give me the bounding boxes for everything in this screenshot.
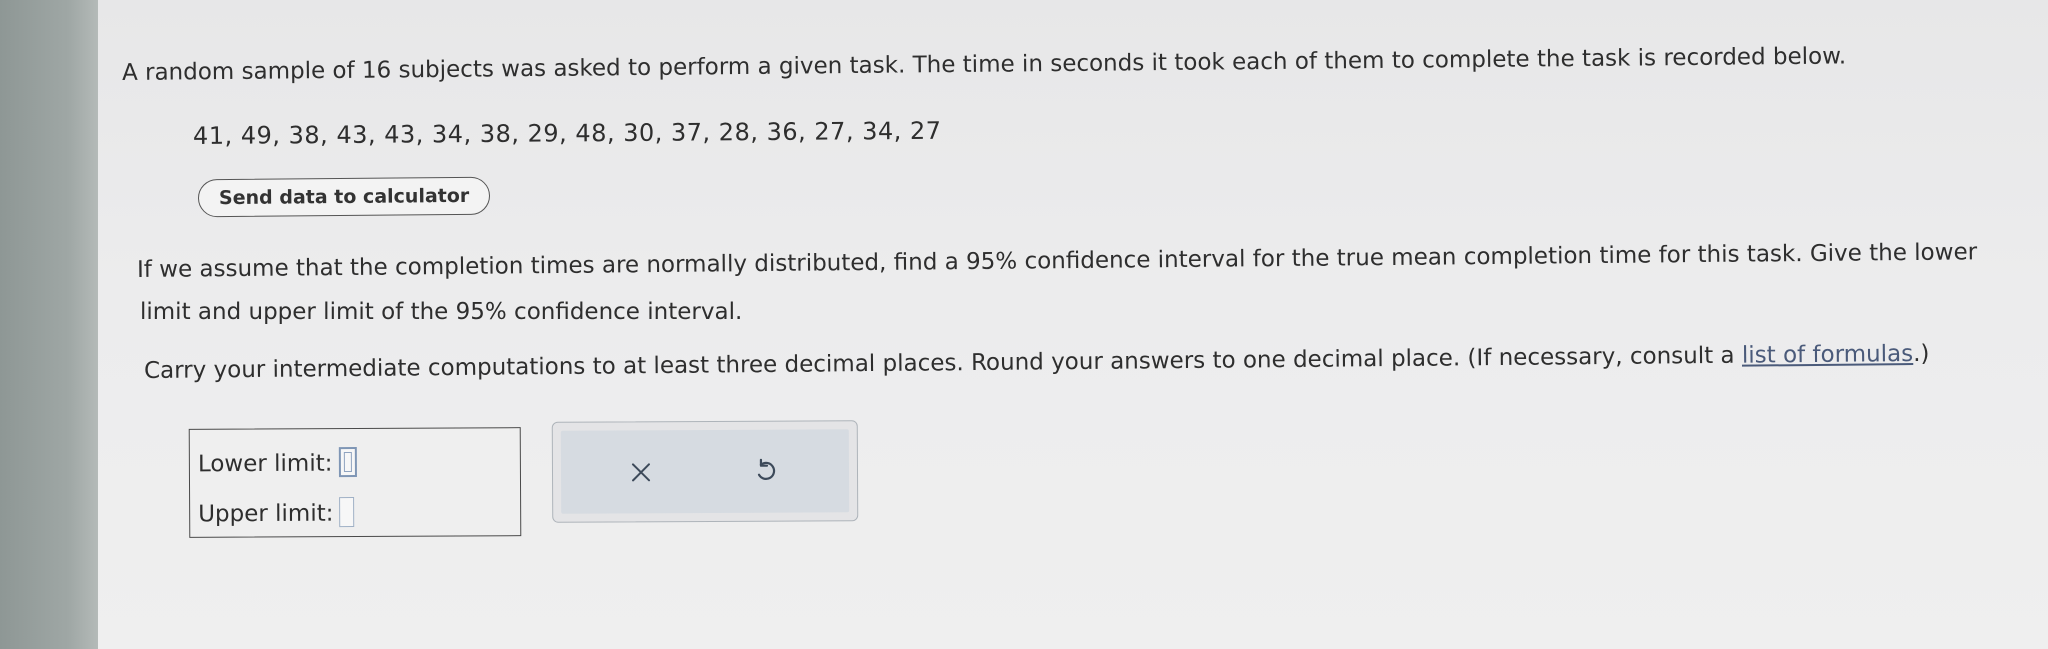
list-of-formulas-link[interactable]: list of formulas (1742, 341, 1913, 369)
undo-icon (757, 458, 776, 480)
action-panel-inner (560, 429, 850, 514)
data-values: 41, 49, 38, 43, 43, 34, 38, 29, 48, 30, … (192, 116, 942, 150)
x-icon (631, 463, 651, 482)
instructions-suffix: .) (1913, 340, 1930, 368)
undo-button[interactable] (746, 452, 786, 492)
send-data-button[interactable]: Send data to calculator (197, 176, 491, 218)
action-panel (551, 420, 859, 523)
upper-limit-input[interactable] (339, 497, 355, 528)
question-line-2: limit and upper limit of the 95% confide… (140, 299, 743, 325)
answer-box: Lower limit: Upper limit: (188, 427, 522, 538)
lower-limit-row: Lower limit: (197, 446, 357, 480)
upper-limit-row: Upper limit: (198, 497, 355, 530)
lower-limit-label: Lower limit: (197, 450, 333, 478)
monitor-bezel (0, 0, 98, 649)
lower-limit-input[interactable] (338, 446, 357, 478)
upper-limit-label: Upper limit: (198, 500, 334, 528)
clear-button[interactable] (621, 452, 661, 492)
